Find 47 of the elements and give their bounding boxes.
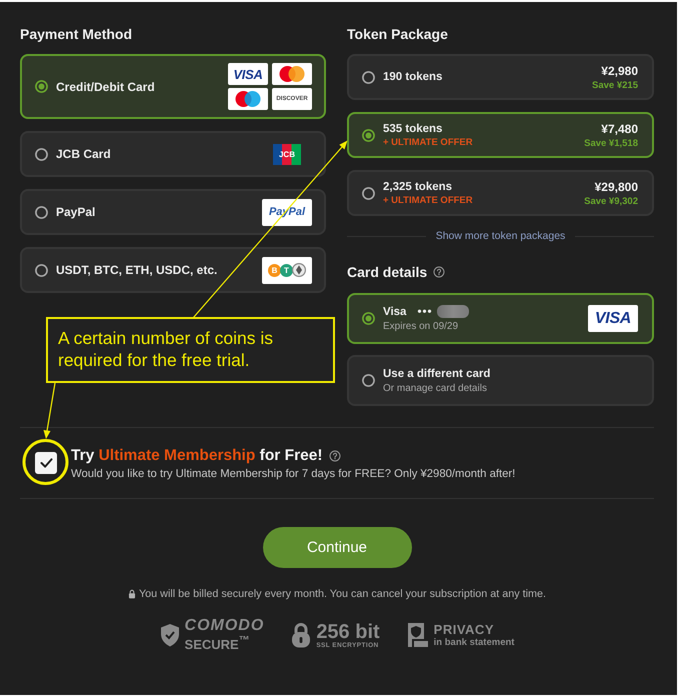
- section-heading: Token Package: [347, 26, 449, 42]
- badge-title: PRIVACY: [434, 622, 495, 638]
- trial-description: Would you like to try Ultimate Membership for 7 days for FREE? Only ¥2980/month after!: [71, 468, 516, 480]
- callout-note: A certain number of coins is required for the free trial.: [46, 317, 335, 383]
- shield-check-icon: [160, 623, 180, 648]
- highlight-ring: [22, 439, 68, 485]
- badge-title: COMODO: [184, 618, 264, 634]
- lock-icon: [128, 589, 136, 599]
- coin-logo: B: [268, 264, 281, 276]
- padlock-icon: [291, 622, 312, 648]
- radio-selected-icon: [35, 80, 48, 93]
- token-package-option[interactable]: 535 tokens + ULTIMATE OFFER ¥7,480 Save ¥1,518: [347, 112, 654, 158]
- overlapping-circles-icon: [228, 88, 268, 110]
- radio-icon: [35, 264, 48, 276]
- badge-subtitle: SECURE$^{™}$: [184, 634, 251, 652]
- help-icon[interactable]: [433, 266, 446, 278]
- visa-logo: VISA: [588, 305, 638, 332]
- section-heading: Card details: [347, 264, 428, 280]
- overlapping-circles-icon: [272, 63, 312, 85]
- continue-button[interactable]: Continue: [262, 527, 412, 568]
- token-package-option[interactable]: 2,325 tokens + ULTIMATE OFFER ¥29,800 Save ¥9,302: [347, 170, 654, 216]
- token-package-option[interactable]: 190 tokens ¥2,980 Save ¥215: [347, 54, 654, 100]
- badge-title: 256 bit: [316, 622, 380, 642]
- payment-option[interactable]: USDT, BTC, ETH, USDC, etc. B T: [20, 247, 326, 293]
- radio-icon: [362, 374, 375, 387]
- radio-icon: [362, 70, 375, 84]
- show-more-link[interactable]: Show more token packages: [436, 230, 566, 242]
- trial-title: Try Ultimate Membership for Free!: [71, 446, 323, 464]
- billing-note: You will be billed securely every month. You can cancel your subscription at any time.: [138, 588, 546, 600]
- help-icon[interactable]: [328, 450, 341, 462]
- checkbox[interactable]: [35, 452, 57, 474]
- radio-selected-icon: [362, 128, 375, 142]
- section-heading: Payment Method: [20, 26, 134, 42]
- leader-arrow: [44, 382, 56, 439]
- card-option[interactable]: Visa ••• Expires on 09/29 VISA: [347, 293, 654, 344]
- card-option[interactable]: Use a different card Or manage card details: [347, 355, 654, 406]
- diamond-coin-icon: [292, 263, 306, 277]
- badge-subtitle: in bank statement: [434, 637, 514, 648]
- visa-logo: VISA: [228, 63, 268, 85]
- radio-icon: [362, 186, 375, 200]
- radio-icon: [35, 148, 48, 160]
- document-shield-icon: [406, 622, 429, 648]
- redaction-block: [436, 305, 469, 318]
- radio-selected-icon: [362, 312, 375, 325]
- coin-logo: T: [280, 264, 293, 276]
- check-icon: [40, 458, 52, 468]
- radio-icon: [35, 206, 48, 218]
